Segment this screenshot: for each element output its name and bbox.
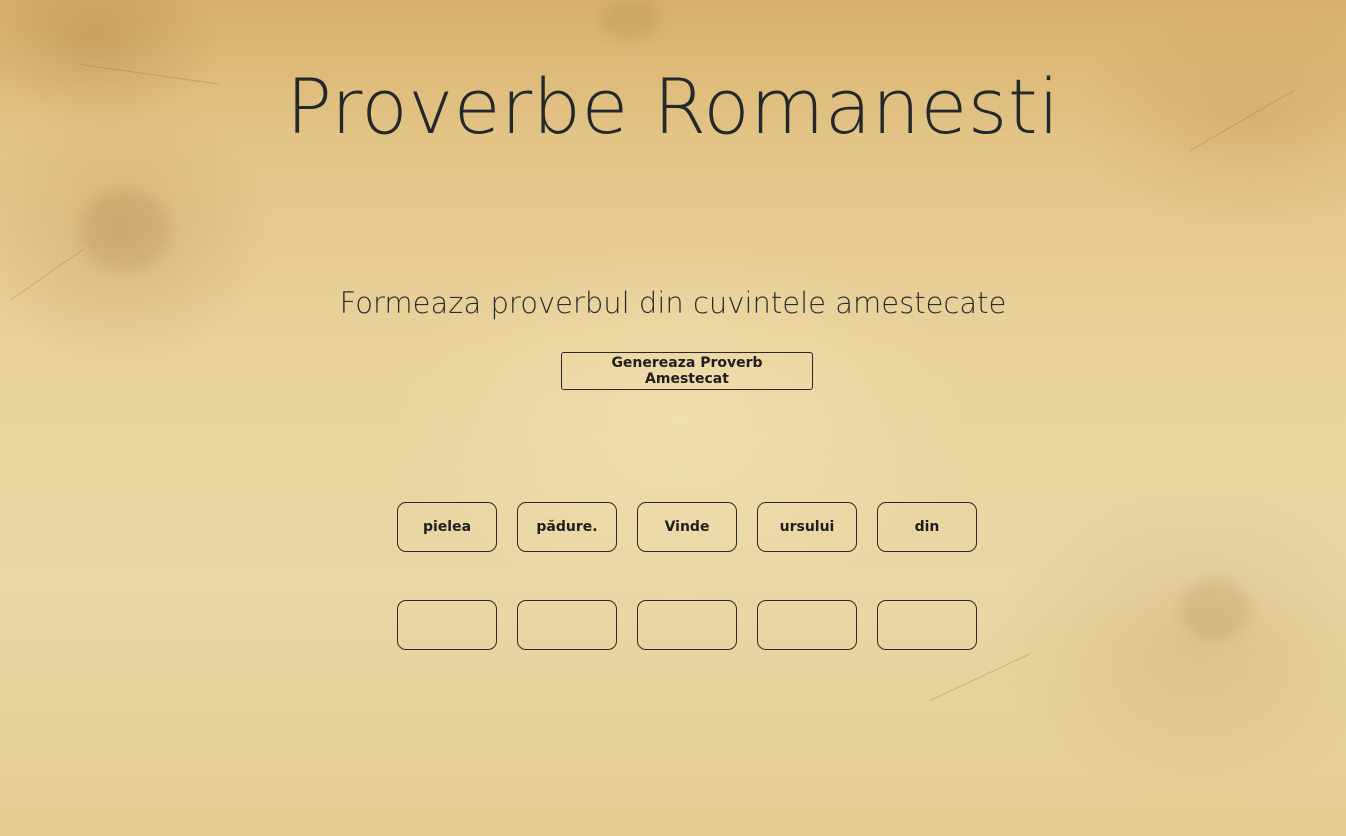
answer-slot[interactable] <box>397 600 497 650</box>
paper-stain <box>80 190 170 270</box>
word-tile[interactable]: ursului <box>757 502 857 552</box>
word-tile[interactable]: din <box>877 502 977 552</box>
word-tile[interactable]: pielea <box>397 502 497 552</box>
paper-stain <box>600 0 660 40</box>
answer-slot[interactable] <box>757 600 857 650</box>
paper-scratch <box>929 653 1030 701</box>
page-title: Proverbe Romanesti <box>286 62 1060 151</box>
generate-proverb-button[interactable]: Genereaza Proverb Amestecat <box>561 352 813 390</box>
answer-slots-row <box>397 600 977 650</box>
word-tile[interactable]: Vinde <box>637 502 737 552</box>
shuffled-words-row: pielea pădure. Vinde ursului din <box>397 502 977 552</box>
answer-slot[interactable] <box>637 600 737 650</box>
game-instruction: Formeaza proverbul din cuvintele amestec… <box>339 286 1007 320</box>
word-tile[interactable]: pădure. <box>517 502 617 552</box>
answer-slot[interactable] <box>877 600 977 650</box>
paper-stain <box>1180 580 1250 640</box>
answer-slot[interactable] <box>517 600 617 650</box>
